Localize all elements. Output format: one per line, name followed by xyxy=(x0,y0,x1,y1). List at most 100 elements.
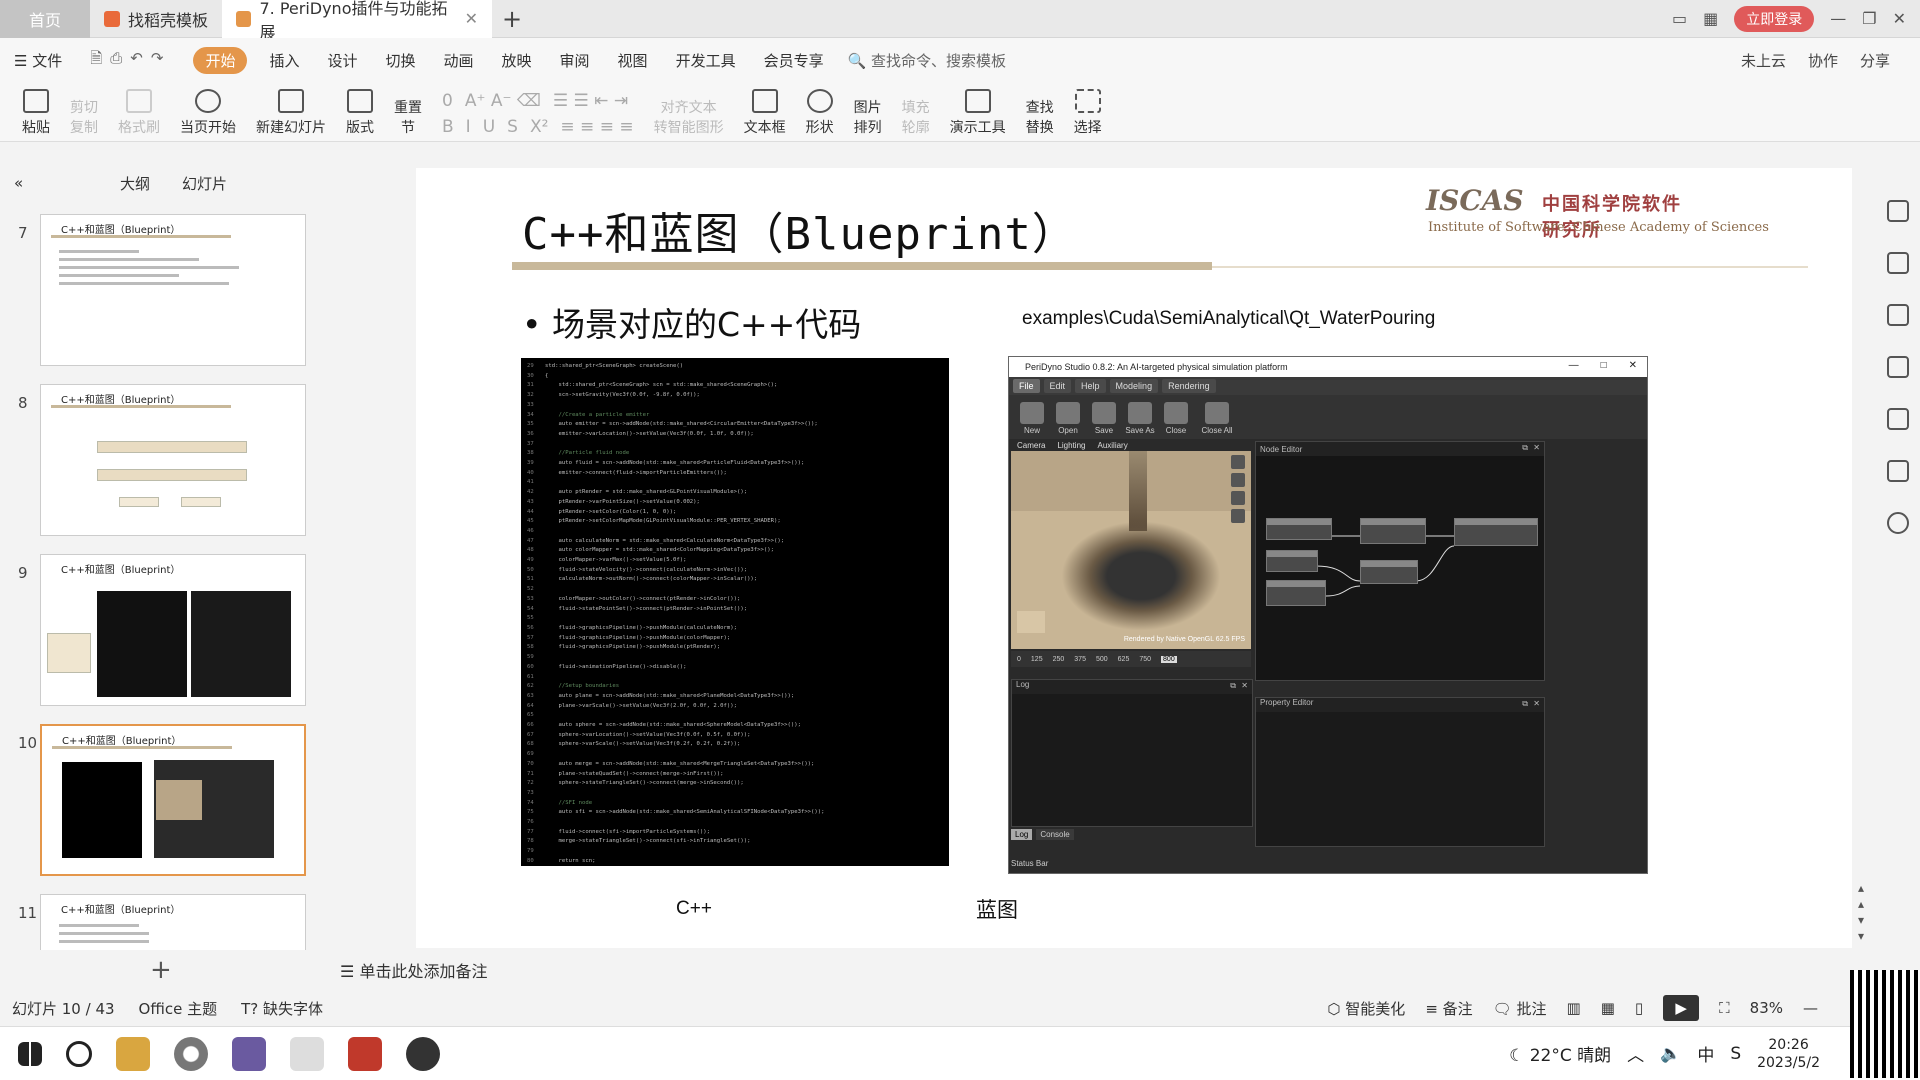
animation-icon[interactable] xyxy=(1887,356,1909,378)
reading-view-icon[interactable]: ▯ xyxy=(1635,999,1643,1017)
thumbnail-7[interactable]: 7 C++和蓝图（Blueprint） xyxy=(0,214,314,374)
thumbnail-10[interactable]: 10 C++和蓝图（Blueprint） xyxy=(0,724,314,884)
collapse-pane-icon[interactable]: « xyxy=(14,174,74,192)
outline-label[interactable]: 轮廓 xyxy=(902,117,930,137)
italic-icon[interactable]: I xyxy=(466,117,471,137)
window-layout-icon[interactable]: ▭ xyxy=(1672,9,1687,28)
superscript-icon[interactable]: X² xyxy=(530,117,548,137)
thumbnail-9[interactable]: 9 C++和蓝图（Blueprint） xyxy=(0,554,314,714)
section-label[interactable]: 节 xyxy=(401,117,415,137)
presentation-tools-button[interactable]: 演示工具 xyxy=(940,81,1016,137)
code-editor-icon[interactable] xyxy=(290,1036,324,1071)
cut-button[interactable]: 剪切 复制 xyxy=(60,81,108,137)
command-search[interactable]: 🔍 查找命令、搜索模板 xyxy=(848,50,1006,71)
volume-icon[interactable]: 🔈 xyxy=(1660,1044,1681,1064)
replace-label[interactable]: 替换 xyxy=(1026,117,1054,137)
blueprint-caption[interactable]: 蓝图 xyxy=(976,894,1018,924)
add-slide-button[interactable]: + xyxy=(150,955,172,985)
arrange-label[interactable]: 排列 xyxy=(854,117,882,137)
menu-transition[interactable]: 切换 xyxy=(371,50,429,71)
notes-area[interactable]: + ☰ 单击此处添加备注 xyxy=(0,950,1920,990)
menu-insert[interactable]: 插入 xyxy=(255,50,313,71)
normal-view-icon[interactable]: ▥ xyxy=(1567,999,1581,1017)
font-grow-icon[interactable]: A⁺ A⁻ ⌫ xyxy=(465,91,541,111)
tab-template[interactable]: 找稻壳模板 xyxy=(90,0,222,38)
zoom-select[interactable]: 83% xyxy=(1750,999,1783,1017)
notes-button[interactable]: ≡ 备注 xyxy=(1425,998,1472,1019)
slides-tab[interactable]: 幻灯片 xyxy=(182,173,227,194)
menu-review[interactable]: 审阅 xyxy=(546,50,604,71)
find-replace-group[interactable]: 查找 替换 xyxy=(1016,81,1064,137)
select-button[interactable]: 选择 xyxy=(1064,81,1112,137)
windows-start-icon[interactable] xyxy=(18,1041,42,1066)
visual-studio-icon[interactable] xyxy=(232,1036,266,1071)
thumb-slide[interactable]: C++和蓝图（Blueprint） xyxy=(40,214,306,366)
share-button[interactable]: 分享 xyxy=(1860,50,1890,71)
browser-icon[interactable] xyxy=(174,1036,208,1071)
underline-icon[interactable]: U xyxy=(483,117,495,137)
close-icon[interactable]: ✕ xyxy=(465,9,478,28)
format-painter-button[interactable]: 格式刷 xyxy=(108,81,170,137)
wps-icon[interactable] xyxy=(348,1036,382,1071)
star-icon[interactable] xyxy=(1887,252,1909,274)
settings-sliders-icon[interactable] xyxy=(1887,200,1909,222)
new-slide-button[interactable]: 新建幻灯片 xyxy=(246,81,336,137)
notes-placeholder[interactable]: ☰ 单击此处添加备注 xyxy=(340,958,487,982)
book-icon[interactable] xyxy=(1887,460,1909,482)
thumb-slide[interactable]: C++和蓝图（Blueprint） xyxy=(40,894,306,950)
system-clock[interactable]: 20:26 2023/5/2 xyxy=(1757,1036,1820,1072)
slide-title[interactable]: C++和蓝图（Blueprint） xyxy=(522,198,1077,262)
beautify-button[interactable]: ⬡ 智能美化 xyxy=(1327,998,1405,1019)
menu-home[interactable]: 开始 xyxy=(193,46,248,74)
menu-developer[interactable]: 开发工具 xyxy=(662,50,750,71)
tray-chevron-icon[interactable]: ︿ xyxy=(1627,1041,1644,1066)
new-tab-button[interactable]: + xyxy=(502,5,522,33)
collab-button[interactable]: 协作 xyxy=(1808,50,1838,71)
menu-member[interactable]: 会员专享 xyxy=(750,50,838,71)
reset-label[interactable]: 重置 xyxy=(394,97,422,117)
align-text-button[interactable]: 对齐文本 转智能图形 xyxy=(644,81,734,137)
file-explorer-icon[interactable] xyxy=(116,1036,150,1071)
location-icon[interactable] xyxy=(1887,408,1909,430)
sogou-icon[interactable]: S xyxy=(1730,1044,1741,1064)
font-size-select[interactable]: 0 xyxy=(442,91,453,111)
theme-name[interactable]: Office 主题 xyxy=(139,998,218,1019)
peridyno-screenshot[interactable]: PeriDyno Studio 0.8.2: An AI-targeted ph… xyxy=(1008,356,1648,874)
fill-label[interactable]: 填充 xyxy=(902,97,930,117)
zoom-out-icon[interactable]: — xyxy=(1803,999,1818,1017)
thumbnail-11[interactable]: 11 C++和蓝图（Blueprint） xyxy=(0,894,314,950)
textbox-button[interactable]: 文本框 xyxy=(734,81,796,137)
thumb-slide[interactable]: C++和蓝图（Blueprint） xyxy=(40,384,306,536)
menu-slideshow[interactable]: 放映 xyxy=(488,50,546,71)
ime-indicator[interactable]: 中 xyxy=(1697,1041,1714,1066)
cloud-status[interactable]: 未上云 xyxy=(1741,50,1786,71)
close-window-icon[interactable]: ✕ xyxy=(1893,9,1906,28)
menu-design[interactable]: 设计 xyxy=(313,50,371,71)
minimize-icon[interactable]: — xyxy=(1830,9,1846,28)
tab-home[interactable]: 首页 xyxy=(0,0,90,38)
slide-canvas[interactable]: C++和蓝图（Blueprint） ISCAS 中国科学院软件研究所 Insti… xyxy=(416,168,1852,948)
fill-outline-group[interactable]: 填充 轮廓 xyxy=(892,81,940,137)
find-label[interactable]: 查找 xyxy=(1026,97,1054,117)
restore-icon[interactable]: ❐ xyxy=(1862,9,1876,28)
outline-tab[interactable]: 大纲 xyxy=(120,173,150,194)
slideshow-play-button[interactable]: ▶ xyxy=(1663,995,1700,1021)
weather-widget[interactable]: ☾ 22°C 晴朗 xyxy=(1509,1041,1611,1066)
picture-label[interactable]: 图片 xyxy=(854,97,882,117)
play-current-button[interactable]: 当页开始 xyxy=(170,81,246,137)
layout-button[interactable]: 版式 xyxy=(336,81,384,137)
bullet-point[interactable]: • 场景对应的C++代码 xyxy=(522,298,861,346)
shape-button[interactable]: 形状 xyxy=(796,81,844,137)
missing-font-button[interactable]: T? 缺失字体 xyxy=(241,998,323,1019)
apps-grid-icon[interactable]: ▦ xyxy=(1703,9,1718,28)
menu-file[interactable]: 文件 xyxy=(32,52,62,70)
tab-document[interactable]: 7. PeriDyno插件与功能拓展 ✕ xyxy=(222,0,493,42)
thumbnail-8[interactable]: 8 C++和蓝图（Blueprint） xyxy=(0,384,314,544)
sorter-view-icon[interactable]: ▦ xyxy=(1601,999,1615,1017)
example-path[interactable]: examples\Cuda\SemiAnalytical\Qt_WaterPou… xyxy=(1022,308,1435,330)
list-icons[interactable]: ☰ ☰ ⇤ ⇥ xyxy=(553,91,628,111)
quick-access-icons[interactable]: 🗎⎙↶↷ xyxy=(76,48,185,73)
menu-animation[interactable]: 动画 xyxy=(430,50,488,71)
thumb-slide[interactable]: C++和蓝图（Blueprint） xyxy=(40,554,306,706)
thumb-slide-selected[interactable]: C++和蓝图（Blueprint） xyxy=(40,724,306,876)
